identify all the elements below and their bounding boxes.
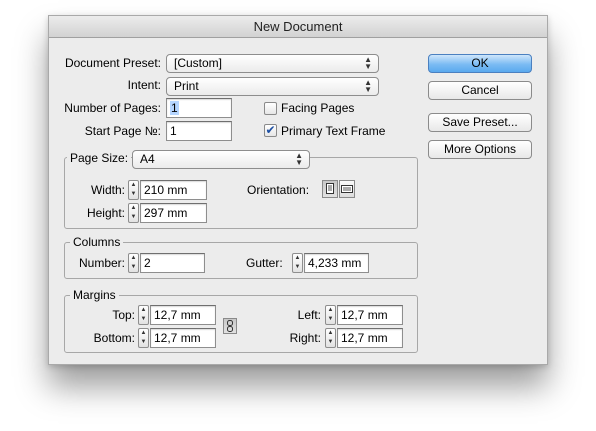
document-preset-popup[interactable]: [Custom] ▲ ▼: [166, 54, 379, 73]
cancel-button[interactable]: Cancel: [428, 81, 532, 100]
dialog-title: New Document: [49, 16, 547, 38]
intent-popup[interactable]: Print ▲ ▼: [166, 77, 379, 96]
document-preset-label: Document Preset:: [64, 56, 161, 70]
stepper-arrows-icon: ▲ ▼: [130, 205, 137, 220]
primary-text-frame-checkbox[interactable]: ✔: [264, 124, 277, 137]
margin-bottom-stepper[interactable]: ▲ ▼: [138, 328, 149, 348]
intent-label: Intent:: [127, 78, 161, 92]
gutter-stepper[interactable]: ▲ ▼: [292, 253, 303, 273]
columns-number-value: 2: [144, 256, 151, 270]
gutter-label: Gutter:: [246, 256, 283, 270]
width-label: Width:: [90, 183, 125, 197]
number-of-pages-input[interactable]: 1: [166, 98, 232, 118]
margin-right-value: 12,7 mm: [341, 331, 388, 345]
margin-top-stepper[interactable]: ▲ ▼: [138, 305, 149, 325]
intent-value: Print: [174, 79, 199, 93]
stepper-arrows-icon: ▲ ▼: [140, 330, 147, 345]
ok-button[interactable]: OK: [428, 54, 532, 73]
start-page-value: 1: [170, 124, 177, 138]
more-options-button[interactable]: More Options: [428, 140, 532, 159]
primary-text-frame-label: Primary Text Frame: [281, 124, 386, 138]
margin-left-value: 12,7 mm: [341, 308, 388, 322]
margin-right-stepper[interactable]: ▲ ▼: [325, 328, 336, 348]
portrait-orientation-button[interactable]: [322, 180, 338, 198]
checkmark-icon: ✔: [265, 123, 276, 137]
document-preset-value: [Custom]: [174, 56, 223, 70]
width-stepper[interactable]: ▲ ▼: [128, 180, 139, 200]
start-page-input[interactable]: 1: [166, 121, 232, 141]
number-of-pages-label: Number of Pages:: [64, 101, 161, 115]
gutter-value: 4,233 mm: [308, 256, 362, 270]
facing-pages-label: Facing Pages: [281, 101, 355, 115]
chain-link-icon: [227, 320, 233, 332]
columns-number-stepper[interactable]: ▲ ▼: [128, 253, 139, 273]
margins-title: Margins: [70, 287, 119, 303]
portrait-page-icon: [326, 183, 334, 194]
width-value: 210 mm: [144, 183, 188, 197]
columns-number-label: Number:: [78, 256, 125, 270]
facing-pages-checkbox[interactable]: [264, 102, 277, 115]
margin-right-label: Right:: [289, 331, 321, 345]
margin-top-input[interactable]: 12,7 mm: [150, 305, 216, 325]
columns-title: Columns: [70, 234, 124, 250]
gutter-input[interactable]: 4,233 mm: [304, 253, 369, 273]
landscape-page-icon: [341, 185, 353, 193]
margin-left-stepper[interactable]: ▲ ▼: [325, 305, 336, 325]
height-value: 297 mm: [144, 206, 188, 220]
orientation-label: Orientation:: [247, 183, 310, 197]
number-of-pages-value: 1: [170, 101, 179, 115]
margin-left-input[interactable]: 12,7 mm: [337, 305, 403, 325]
make-margins-same-button[interactable]: [223, 318, 237, 334]
popup-arrows-icon: ▲ ▼: [295, 151, 303, 167]
margin-left-label: Left:: [297, 308, 321, 322]
stepper-arrows-icon: ▲ ▼: [140, 307, 147, 322]
margin-bottom-value: 12,7 mm: [154, 331, 201, 345]
stepper-arrows-icon: ▲ ▼: [327, 330, 334, 345]
height-input[interactable]: 297 mm: [140, 203, 207, 223]
margin-right-input[interactable]: 12,7 mm: [337, 328, 403, 348]
margin-top-label: Top:: [112, 308, 135, 322]
new-document-dialog: New Document Document Preset: [Custom] ▲…: [48, 15, 548, 365]
page-size-label: Page Size:: [67, 150, 132, 166]
page-size-popup[interactable]: A4 ▲ ▼: [132, 150, 310, 169]
stepper-arrows-icon: ▲ ▼: [130, 182, 137, 197]
height-stepper[interactable]: ▲ ▼: [128, 203, 139, 223]
popup-arrows-icon: ▲ ▼: [364, 78, 372, 94]
margin-top-value: 12,7 mm: [154, 308, 201, 322]
popup-arrows-icon: ▲ ▼: [364, 55, 372, 71]
margin-bottom-label: Bottom:: [93, 331, 135, 345]
columns-number-input[interactable]: 2: [140, 253, 205, 273]
stepper-arrows-icon: ▲ ▼: [294, 255, 301, 270]
height-label: Height:: [86, 206, 125, 220]
margin-bottom-input[interactable]: 12,7 mm: [150, 328, 216, 348]
landscape-orientation-button[interactable]: [339, 180, 355, 198]
stepper-arrows-icon: ▲ ▼: [130, 255, 137, 270]
width-input[interactable]: 210 mm: [140, 180, 207, 200]
start-page-label: Start Page №:: [84, 124, 161, 138]
stepper-arrows-icon: ▲ ▼: [327, 307, 334, 322]
save-preset-button[interactable]: Save Preset...: [428, 113, 532, 132]
page-size-value: A4: [140, 152, 155, 166]
